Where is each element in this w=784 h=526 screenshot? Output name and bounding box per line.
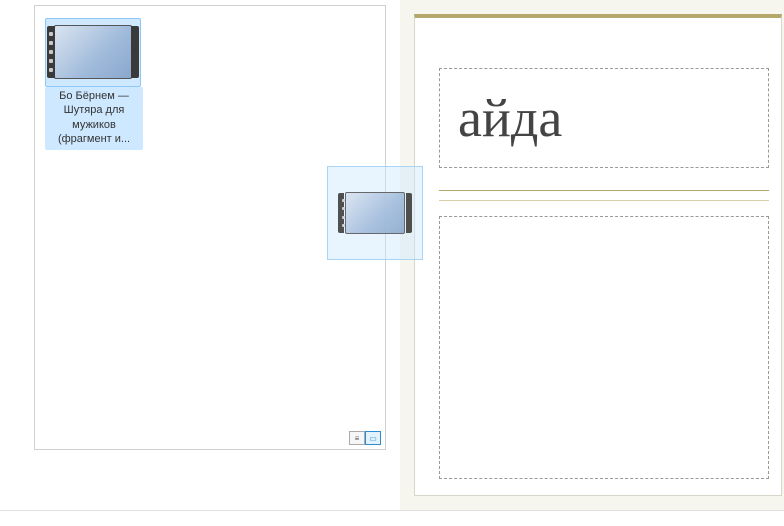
slide-editor-area: айда xyxy=(400,0,784,510)
status-bar xyxy=(0,510,784,526)
slide-divider-line-thin xyxy=(439,200,769,201)
video-file-label: Бо Бёрнем — Шутяра для мужиков (фрагмент… xyxy=(45,87,143,150)
video-file-thumbnail xyxy=(45,18,141,87)
file-explorer-window[interactable]: Бо Бёрнем — Шутяра для мужиков (фрагмент… xyxy=(34,5,386,450)
video-file-icon xyxy=(54,25,132,79)
slide-title-placeholder[interactable]: айда xyxy=(439,68,769,168)
slide-canvas[interactable]: айда xyxy=(414,14,782,496)
slide-divider-line xyxy=(439,190,769,191)
slide-content-placeholder[interactable] xyxy=(439,216,769,479)
thumbnail-view-button[interactable]: ▭ xyxy=(365,431,381,445)
slide-title-text: айда xyxy=(458,87,562,149)
video-file-item[interactable]: Бо Бёрнем — Шутяра для мужиков (фрагмент… xyxy=(45,18,143,150)
view-mode-switcher: ≡ ▭ xyxy=(349,431,381,445)
list-view-button[interactable]: ≡ xyxy=(349,431,365,445)
